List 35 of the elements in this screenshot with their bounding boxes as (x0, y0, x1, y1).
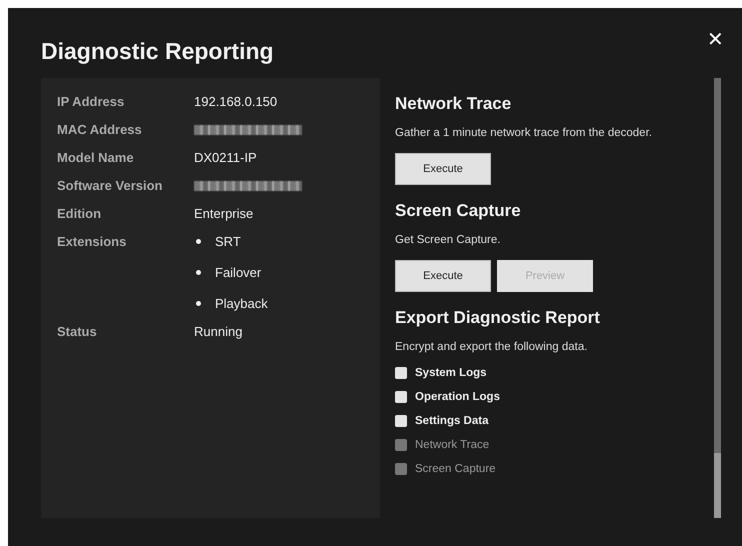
checkbox-label: Operation Logs (415, 391, 500, 403)
field-value: DX0211-IP (194, 150, 257, 165)
checkbox-label: Network Trace (415, 439, 490, 451)
field-value: Failover (215, 265, 262, 280)
section-title: Export Diagnostic Report (395, 308, 601, 328)
checkbox-label: System Logs (415, 367, 487, 379)
bullet-icon (196, 270, 201, 275)
field-label: Extensions (57, 234, 128, 251)
field-value: Enterprise (194, 206, 254, 221)
bullet-icon (196, 239, 201, 244)
section-description: Gather a 1 minute network trace from the decoder. (395, 127, 653, 139)
field-label: IP Address (57, 94, 126, 109)
section-description: Encrypt and export the following data. (395, 341, 588, 353)
field-label: Edition (57, 206, 102, 221)
field-label: Status (57, 324, 98, 339)
checkbox[interactable] (395, 415, 407, 427)
dialog-title: Diagnostic Reporting (41, 38, 274, 64)
checkbox[interactable] (395, 367, 407, 379)
checkbox[interactable] (395, 391, 407, 403)
field-label: Software Version (57, 178, 164, 193)
close-button[interactable]: ✕ (703, 26, 728, 52)
execute-button[interactable]: Execute (395, 153, 491, 185)
field-value: Playback (215, 296, 268, 311)
bullet-icon (196, 301, 201, 306)
checkbox-label: Screen Capture (415, 463, 496, 475)
execute-button[interactable]: Execute (395, 260, 491, 292)
field-label: MAC Address (57, 122, 143, 137)
checkbox-label: Settings Data (415, 415, 488, 427)
field-label: Model Name (57, 150, 135, 165)
section-title: Screen Capture (395, 201, 522, 221)
section-description: Get Screen Capture. (395, 234, 502, 246)
field-value: 192.168.0.150 (194, 94, 278, 109)
field-value: Running (194, 324, 242, 339)
field-value: SRT (215, 234, 241, 249)
section-title: Network Trace (395, 94, 512, 114)
